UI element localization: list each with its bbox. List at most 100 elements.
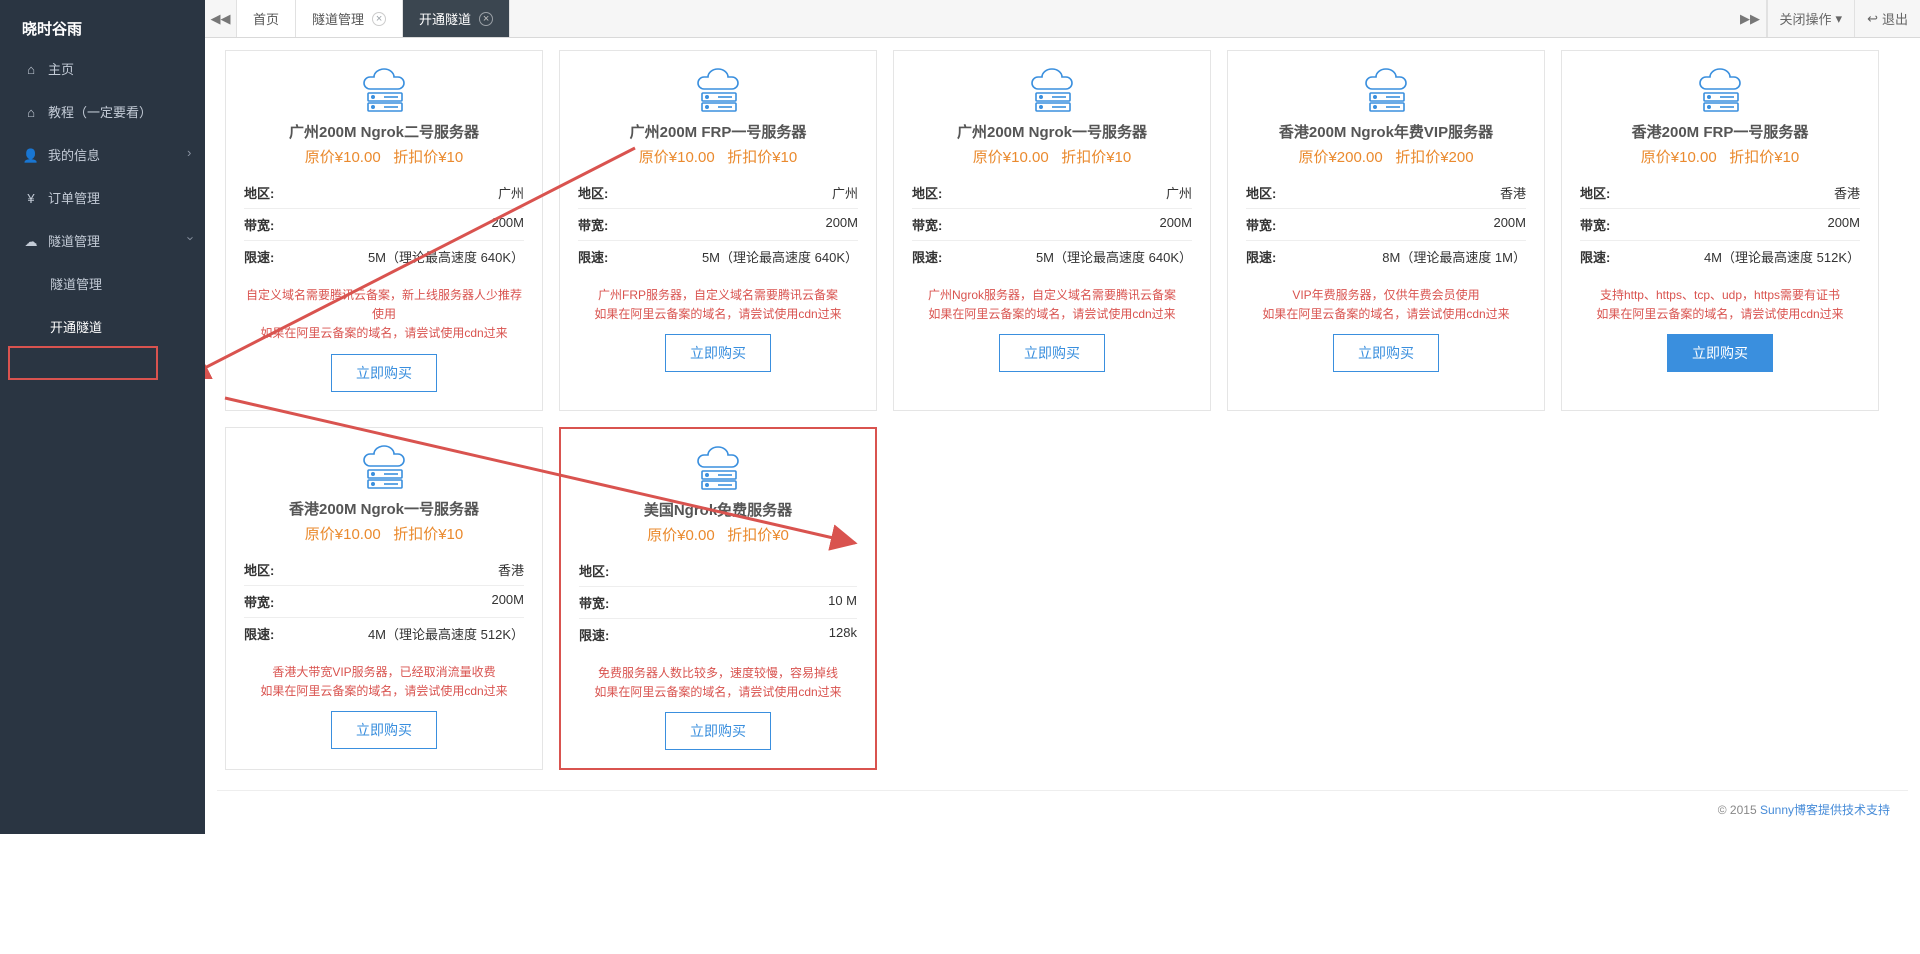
server-icon: [688, 67, 748, 115]
sidebar-item-3[interactable]: ¥ 订单管理: [0, 176, 205, 219]
server-card-3: 香港200M Ngrok年费VIP服务器原价¥200.00 折扣价¥200地区:…: [1227, 50, 1545, 411]
tabs-scroll-left[interactable]: ◀◀: [205, 0, 237, 37]
server-icon: [354, 444, 414, 492]
card-title: 香港200M Ngrok一号服务器: [244, 498, 524, 519]
tab-1[interactable]: 隧道管理 ×: [296, 0, 403, 37]
tab-label: 隧道管理: [312, 9, 364, 28]
sidebar-icon: 👤: [22, 148, 40, 164]
sidebar-item-4[interactable]: ☁隧道管理: [0, 219, 205, 262]
speed-value: 4M（理论最高速度 512K）: [368, 624, 524, 643]
buy-button[interactable]: 立即购买: [331, 354, 437, 392]
tab-close-icon[interactable]: ×: [372, 12, 386, 26]
sidebar-label: 教程（一定要看）: [48, 105, 152, 120]
server-icon: [1022, 67, 1082, 115]
brand-name: 晓时谷雨: [22, 21, 82, 38]
logout-icon: ↩: [1867, 11, 1878, 27]
buy-button[interactable]: 立即购买: [1667, 334, 1773, 372]
sidebar-icon: ¥: [22, 191, 40, 206]
buy-button[interactable]: 立即购买: [999, 334, 1105, 372]
main: ◀◀ 首页 隧道管理 × 开通隧道 × ▶▶ 关闭操作▾ ↩退出 广州200M Ngro…: [205, 0, 1920, 834]
region-label: 地区:: [1246, 183, 1276, 202]
speed-value: 5M（理论最高速度 640K）: [368, 247, 524, 266]
tab-2[interactable]: 开通隧道 ×: [403, 0, 510, 37]
region-label: 地区:: [244, 183, 274, 202]
footer: © 2015 Sunny博客提供技术支持: [217, 790, 1908, 830]
speed-label: 限速:: [912, 247, 942, 266]
card-title: 广州200M FRP一号服务器: [578, 121, 858, 142]
tabs-scroll-right[interactable]: ▶▶: [1735, 0, 1767, 37]
speed-label: 限速:: [578, 247, 608, 266]
buy-button[interactable]: 立即购买: [665, 712, 771, 750]
sidebar-subitem-4-0[interactable]: 隧道管理: [0, 262, 205, 305]
card-price: 原价¥10.00 折扣价¥10: [912, 146, 1192, 167]
region-value: 香港: [498, 560, 524, 579]
card-note: 免费服务器人数比较多，速度较慢，容易掉线如果在阿里云备案的域名，请尝试使用cdn…: [579, 664, 857, 702]
server-icon: [354, 67, 414, 115]
card-note: 支持http、https、tcp、udp，https需要有证书如果在阿里云备案的…: [1580, 286, 1860, 324]
server-card-2: 广州200M Ngrok一号服务器原价¥10.00 折扣价¥10地区:广州带宽:…: [893, 50, 1211, 411]
region-label: 地区:: [244, 560, 274, 579]
bandwidth-value: 200M: [1493, 215, 1526, 234]
speed-label: 限速:: [244, 247, 274, 266]
logout-label: 退出: [1882, 9, 1908, 28]
speed-label: 限速:: [579, 625, 609, 644]
tab-label: 首页: [253, 9, 279, 28]
sidebar-item-0[interactable]: ⌂ 主页: [0, 47, 205, 90]
sidebar-subitem-4-1[interactable]: 开通隧道: [0, 305, 205, 348]
tab-close-icon[interactable]: ×: [479, 12, 493, 26]
sidebar-label: 主页: [48, 62, 74, 77]
card-title: 香港200M Ngrok年费VIP服务器: [1246, 121, 1526, 142]
card-price: 原价¥10.00 折扣价¥10: [578, 146, 858, 167]
speed-label: 限速:: [1246, 247, 1276, 266]
tab-label: 开通隧道: [419, 9, 471, 28]
sidebar-icon: ⌂: [22, 105, 40, 120]
sidebar-item-1[interactable]: ⌂ 教程（一定要看）: [0, 90, 205, 133]
server-card-6: 美国Ngrok免费服务器原价¥0.00 折扣价¥0地区:带宽:10 M限速:12…: [559, 427, 877, 770]
region-value: 香港: [1500, 183, 1526, 202]
sidebar-label: 订单管理: [48, 191, 100, 206]
bandwidth-label: 带宽:: [1580, 215, 1610, 234]
bandwidth-label: 带宽:: [579, 593, 609, 612]
speed-value: 128k: [829, 625, 857, 644]
tab-0[interactable]: 首页: [237, 0, 296, 37]
region-value: 香港: [1834, 183, 1860, 202]
sidebar-label: 隧道管理: [48, 234, 100, 249]
server-card-0: 广州200M Ngrok二号服务器原价¥10.00 折扣价¥10地区:广州带宽:…: [225, 50, 543, 411]
close-operations-dropdown[interactable]: 关闭操作▾: [1767, 0, 1855, 37]
logout-button[interactable]: ↩退出: [1854, 0, 1920, 37]
buy-button[interactable]: 立即购买: [331, 711, 437, 749]
content: 广州200M Ngrok二号服务器原价¥10.00 折扣价¥10地区:广州带宽:…: [205, 38, 1920, 834]
server-icon: [1356, 67, 1416, 115]
speed-value: 5M（理论最高速度 640K）: [1036, 247, 1192, 266]
card-note: 广州Ngrok服务器，自定义域名需要腾讯云备案如果在阿里云备案的域名，请尝试使用…: [912, 286, 1192, 324]
server-card-4: 香港200M FRP一号服务器原价¥10.00 折扣价¥10地区:香港带宽:20…: [1561, 50, 1879, 411]
bandwidth-value: 200M: [491, 592, 524, 611]
bandwidth-value: 200M: [1159, 215, 1192, 234]
server-icon: [1690, 67, 1750, 115]
card-title: 美国Ngrok免费服务器: [579, 499, 857, 520]
tabbar: ◀◀ 首页 隧道管理 × 开通隧道 × ▶▶ 关闭操作▾ ↩退出: [205, 0, 1920, 38]
speed-value: 5M（理论最高速度 640K）: [702, 247, 858, 266]
sidebar: 晓时谷雨 ⌂主页⌂教程（一定要看）👤我的信息¥订单管理☁隧道管理隧道管理开通隧道: [0, 0, 205, 834]
buy-button[interactable]: 立即购买: [665, 334, 771, 372]
bandwidth-value: 200M: [825, 215, 858, 234]
card-price: 原价¥0.00 折扣价¥0: [579, 524, 857, 545]
speed-value: 4M（理论最高速度 512K）: [1704, 247, 1860, 266]
bandwidth-label: 带宽:: [244, 215, 274, 234]
bandwidth-value: 200M: [1827, 215, 1860, 234]
region-value: 广州: [832, 183, 858, 202]
card-note: 香港大带宽VIP服务器，已经取消流量收费如果在阿里云备案的域名，请尝试使用cdn…: [244, 663, 524, 701]
bandwidth-value: 10 M: [828, 593, 857, 612]
footer-link[interactable]: Sunny博客提供技术支持: [1760, 803, 1890, 817]
server-card-1: 广州200M FRP一号服务器原价¥10.00 折扣价¥10地区:广州带宽:20…: [559, 50, 877, 411]
card-price: 原价¥10.00 折扣价¥10: [244, 146, 524, 167]
speed-label: 限速:: [244, 624, 274, 643]
buy-button[interactable]: 立即购买: [1333, 334, 1439, 372]
region-label: 地区:: [912, 183, 942, 202]
card-note: 自定义域名需要腾讯云备案，新上线服务器人少推荐使用如果在阿里云备案的域名，请尝试…: [244, 286, 524, 344]
sidebar-item-2[interactable]: 👤我的信息: [0, 133, 205, 176]
card-note: 广州FRP服务器，自定义域名需要腾讯云备案如果在阿里云备案的域名，请尝试使用cd…: [578, 286, 858, 324]
sidebar-icon: ⌂: [22, 62, 40, 77]
card-title: 广州200M Ngrok一号服务器: [912, 121, 1192, 142]
card-price: 原价¥10.00 折扣价¥10: [1580, 146, 1860, 167]
